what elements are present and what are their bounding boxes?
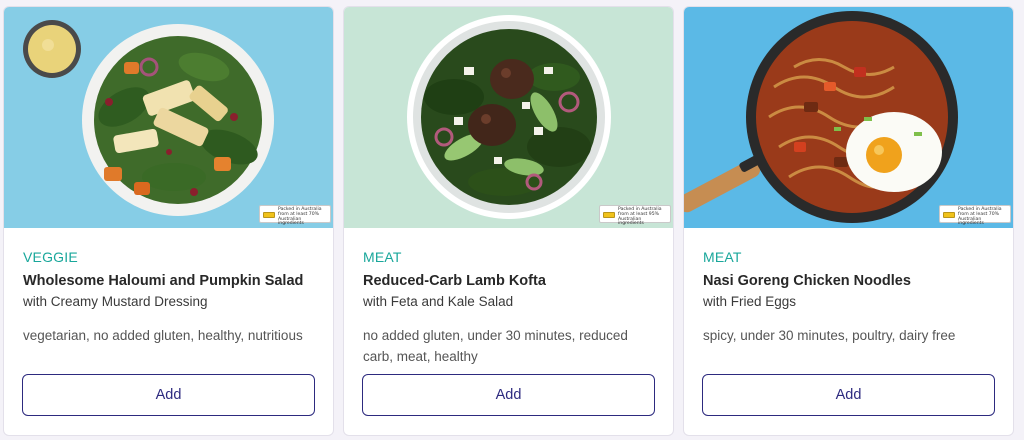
add-button[interactable]: Add (702, 374, 995, 416)
badge-text: Packed in Australia from at least 70% Au… (278, 207, 322, 227)
recipe-tags: no added gluten, under 30 minutes, reduc… (363, 328, 628, 364)
recipe-tags: spicy, under 30 minutes, poultry, dairy … (703, 328, 956, 343)
percentage-bar-icon (263, 212, 275, 218)
badge-text: Packed in Australia from at least 70% Au… (958, 207, 1002, 227)
recipe-title[interactable]: Wholesome Haloumi and Pumpkin Salad (23, 273, 321, 289)
salad-bowl-image[interactable]: Packed in Australia from at least 70% Au… (4, 7, 333, 228)
recipe-card[interactable]: Packed in Australia from at least 70% Au… (683, 6, 1014, 436)
recipe-tags: vegetarian, no added gluten, healthy, nu… (23, 328, 303, 343)
add-button[interactable]: Add (362, 374, 655, 416)
add-button[interactable]: Add (22, 374, 315, 416)
badge-text: Packed in Australia from at least 95% Au… (618, 207, 662, 227)
recipe-card[interactable]: Packed in Australia from at least 95% Au… (343, 6, 674, 436)
recipe-title[interactable]: Reduced-Carb Lamb Kofta (363, 273, 661, 289)
recipe-title[interactable]: Nasi Goreng Chicken Noodles (703, 273, 1001, 289)
australian-ingredients-badge: Packed in Australia from at least 70% Au… (259, 205, 331, 226)
recipe-category: MEAT (703, 249, 742, 265)
recipe-category: MEAT (363, 249, 402, 265)
recipe-subtitle: with Creamy Mustard Dressing (23, 294, 208, 309)
recipe-subtitle: with Fried Eggs (703, 294, 797, 309)
recipe-category: VEGGIE (23, 249, 78, 265)
noodle-pan-image[interactable]: Packed in Australia from at least 70% Au… (684, 7, 1013, 228)
percentage-bar-icon (943, 212, 955, 218)
recipe-card[interactable]: Packed in Australia from at least 70% Au… (3, 6, 334, 436)
australian-ingredients-badge: Packed in Australia from at least 70% Au… (939, 205, 1011, 226)
percentage-bar-icon (603, 212, 615, 218)
kofta-plate-image[interactable]: Packed in Australia from at least 95% Au… (344, 7, 673, 228)
recipe-subtitle: with Feta and Kale Salad (363, 294, 514, 309)
australian-ingredients-badge: Packed in Australia from at least 95% Au… (599, 205, 671, 226)
